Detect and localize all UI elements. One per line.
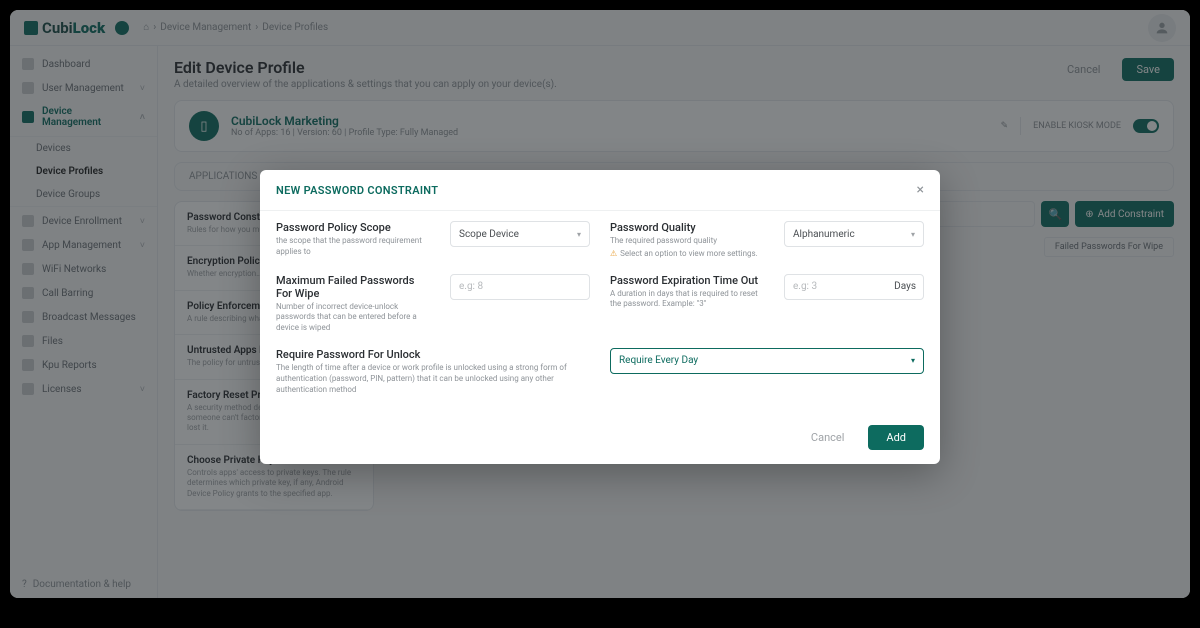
modal-overlay: NEW PASSWORD CONSTRAINT × Password Polic… bbox=[10, 10, 1190, 598]
expire-hint: A duration in days that is required to r… bbox=[610, 289, 764, 311]
expire-label: Password Expiration Time Out bbox=[610, 274, 764, 287]
close-icon[interactable]: × bbox=[917, 182, 924, 198]
scope-hint: the scope that the password requirement … bbox=[276, 236, 430, 258]
warning-icon: ⚠ bbox=[610, 249, 617, 258]
maxfail-input[interactable] bbox=[450, 274, 590, 300]
chevron-down-icon: ▾ bbox=[577, 230, 581, 239]
modal-add-button[interactable]: Add bbox=[868, 425, 924, 450]
chevron-down-icon: ▾ bbox=[911, 356, 915, 365]
require-select[interactable]: Require Every Day▾ bbox=[610, 348, 924, 374]
maxfail-label: Maximum Failed Passwords For Wipe bbox=[276, 274, 430, 300]
quality-hint: The required password quality bbox=[610, 236, 764, 247]
quality-select[interactable]: Alphanumeric▾ bbox=[784, 221, 924, 247]
maxfail-hint: Number of incorrect device-unlock passwo… bbox=[276, 302, 430, 334]
quality-label: Password Quality bbox=[610, 221, 764, 234]
scope-label: Password Policy Scope bbox=[276, 221, 430, 234]
scope-select[interactable]: Scope Device▾ bbox=[450, 221, 590, 247]
modal-cancel-button[interactable]: Cancel bbox=[797, 425, 858, 450]
new-password-constraint-modal: NEW PASSWORD CONSTRAINT × Password Polic… bbox=[260, 170, 940, 464]
require-label: Require Password For Unlock bbox=[276, 348, 590, 361]
modal-title: NEW PASSWORD CONSTRAINT bbox=[276, 184, 438, 197]
days-suffix: Days bbox=[894, 274, 916, 300]
chevron-down-icon: ▾ bbox=[911, 230, 915, 239]
quality-warning: ⚠Select an option to view more settings. bbox=[610, 249, 764, 260]
require-hint: The length of time after a device or wor… bbox=[276, 363, 590, 395]
